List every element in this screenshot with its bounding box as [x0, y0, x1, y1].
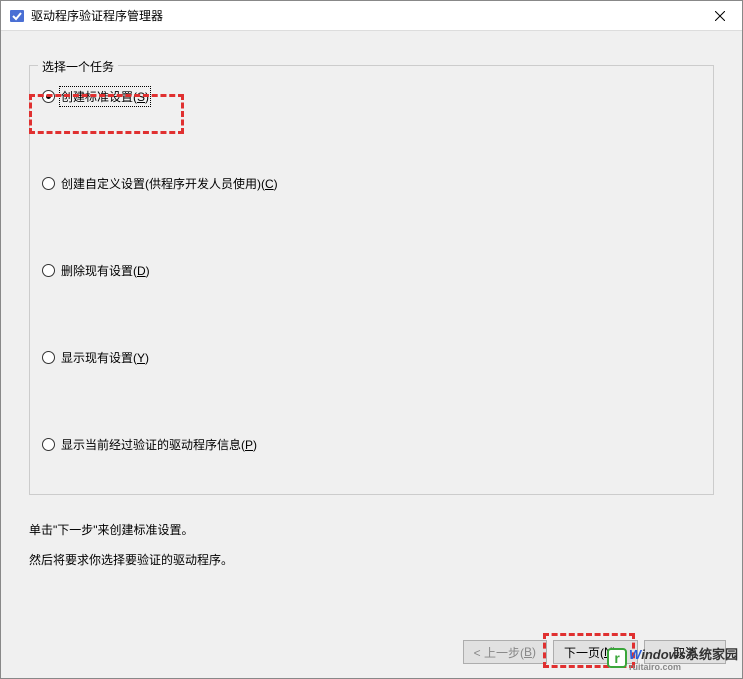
radio-display-existing[interactable]: 显示现有设置(Y)	[40, 349, 703, 366]
radio-label: 创建自定义设置(供程序开发人员使用)(C)	[61, 175, 278, 192]
radio-display-verified[interactable]: 显示当前经过验证的驱动程序信息(P)	[40, 436, 703, 453]
cancel-button[interactable]: 取消	[644, 640, 726, 664]
groupbox-label: 选择一个任务	[38, 58, 118, 75]
radio-icon	[42, 438, 55, 451]
window-title: 驱动程序验证程序管理器	[31, 7, 163, 24]
radio-label: 删除现有设置(D)	[61, 262, 150, 279]
radio-create-standard[interactable]: 创建标准设置(S)	[40, 88, 703, 105]
instruction-text: 单击"下一步"来创建标准设置。 然后将要求你选择要验证的驱动程序。	[29, 515, 714, 575]
radio-icon	[42, 264, 55, 277]
instruction-line-2: 然后将要求你选择要验证的驱动程序。	[29, 545, 714, 575]
close-button[interactable]	[697, 1, 742, 31]
radio-label: 显示当前经过验证的驱动程序信息(P)	[61, 436, 257, 453]
radio-icon	[42, 90, 55, 103]
dialog-window: 驱动程序验证程序管理器 选择一个任务 创建标准设置(S) 创建自定义设置(供程序…	[0, 0, 743, 679]
next-button[interactable]: 下一页(N) >	[553, 640, 638, 664]
button-bar: < 上一步(B) 下一页(N) > 取消	[463, 640, 726, 664]
radio-label: 显示现有设置(Y)	[61, 349, 149, 366]
back-button: < 上一步(B)	[463, 640, 547, 664]
close-icon	[715, 11, 725, 21]
radio-icon	[42, 177, 55, 190]
titlebar: 驱动程序验证程序管理器	[1, 1, 742, 31]
radio-delete-existing[interactable]: 删除现有设置(D)	[40, 262, 703, 279]
radio-label: 创建标准设置(S)	[61, 88, 149, 105]
radio-icon	[42, 351, 55, 364]
instruction-line-1: 单击"下一步"来创建标准设置。	[29, 515, 714, 545]
app-icon	[9, 8, 25, 24]
radio-create-custom[interactable]: 创建自定义设置(供程序开发人员使用)(C)	[40, 175, 703, 192]
task-groupbox: 选择一个任务 创建标准设置(S) 创建自定义设置(供程序开发人员使用)(C) 删…	[29, 65, 714, 495]
content-area: 选择一个任务 创建标准设置(S) 创建自定义设置(供程序开发人员使用)(C) 删…	[1, 31, 742, 628]
